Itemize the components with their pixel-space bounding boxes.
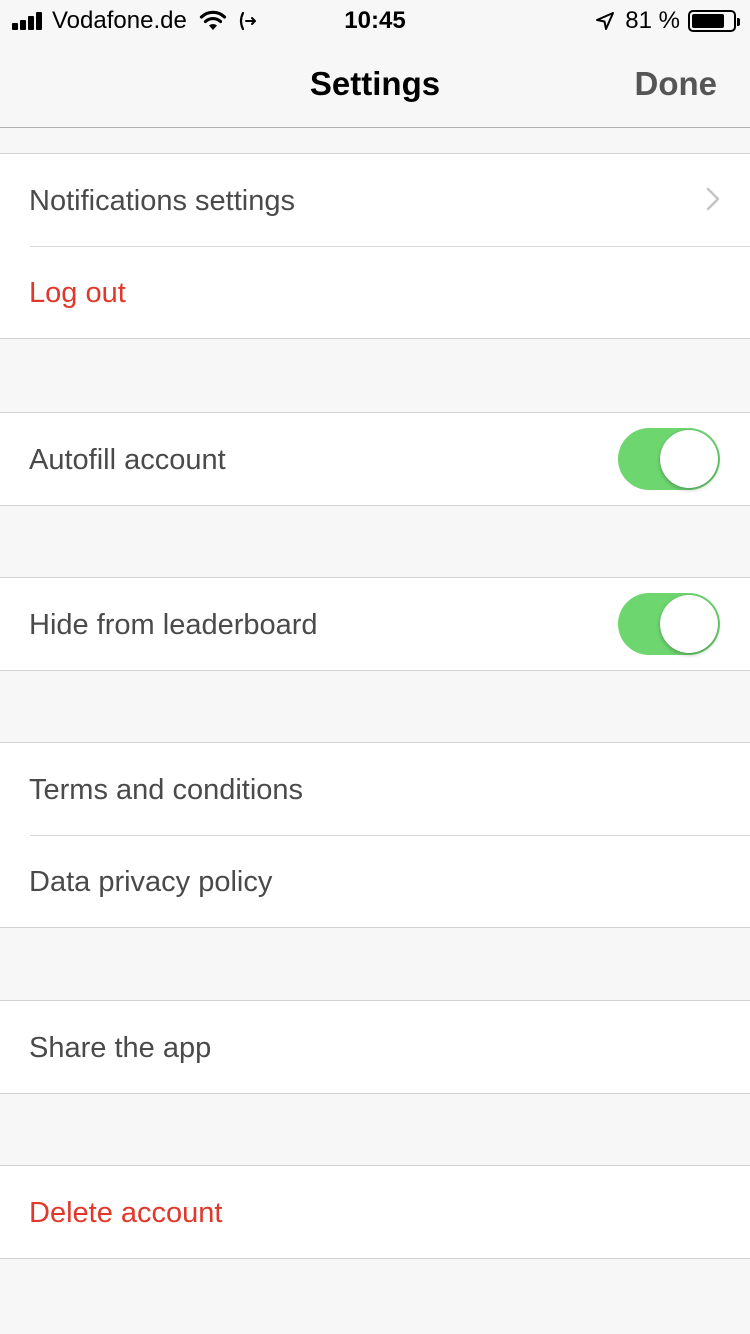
notifications-settings-label: Notifications settings — [29, 185, 295, 217]
delete-account-row[interactable]: Delete account — [0, 1166, 750, 1258]
chevron-right-icon — [706, 187, 720, 211]
notifications-settings-row[interactable]: Notifications settings — [0, 154, 750, 246]
data-privacy-policy-row[interactable]: Data privacy policy — [0, 835, 750, 927]
battery-fill — [692, 14, 724, 28]
terms-and-conditions-label: Terms and conditions — [29, 774, 304, 806]
status-right: 81 % — [595, 6, 740, 36]
settings-group-share: Share the app — [0, 1000, 750, 1094]
battery-percent: 81 % — [625, 7, 680, 34]
toggle-knob — [660, 595, 718, 653]
settings-group-leaderboard: Hide from leaderboard — [0, 577, 750, 671]
hide-from-leaderboard-label: Hide from leaderboard — [29, 609, 318, 641]
share-the-app-label: Share the app — [29, 1032, 212, 1064]
log-out-label: Log out — [29, 277, 126, 309]
autofill-account-row: Autofill account — [0, 413, 750, 505]
terms-and-conditions-row[interactable]: Terms and conditions — [0, 743, 750, 835]
autofill-account-toggle[interactable] — [618, 428, 720, 490]
hide-from-leaderboard-row: Hide from leaderboard — [0, 578, 750, 670]
location-arrow-icon — [596, 12, 615, 30]
delete-account-label: Delete account — [29, 1197, 223, 1229]
share-the-app-row[interactable]: Share the app — [0, 1001, 750, 1093]
done-button[interactable]: Done — [635, 40, 718, 128]
toggle-knob — [660, 430, 718, 488]
hide-from-leaderboard-toggle[interactable] — [618, 593, 720, 655]
battery-tip — [737, 18, 740, 26]
settings-group-delete: Delete account — [0, 1165, 750, 1259]
data-privacy-policy-label: Data privacy policy — [29, 866, 273, 898]
settings-screen: Vodafone.de 10:45 81 % Settings Done Not… — [0, 0, 750, 1334]
settings-group-legal: Terms and conditions Data privacy policy — [0, 742, 750, 928]
settings-group-autofill: Autofill account — [0, 412, 750, 506]
log-out-row[interactable]: Log out — [0, 246, 750, 338]
battery-icon — [688, 10, 740, 32]
settings-group-account: Notifications settings Log out — [0, 153, 750, 339]
status-bar: Vodafone.de 10:45 81 % — [0, 0, 750, 40]
navigation-bar: Settings Done — [0, 40, 750, 128]
autofill-account-label: Autofill account — [29, 444, 226, 476]
